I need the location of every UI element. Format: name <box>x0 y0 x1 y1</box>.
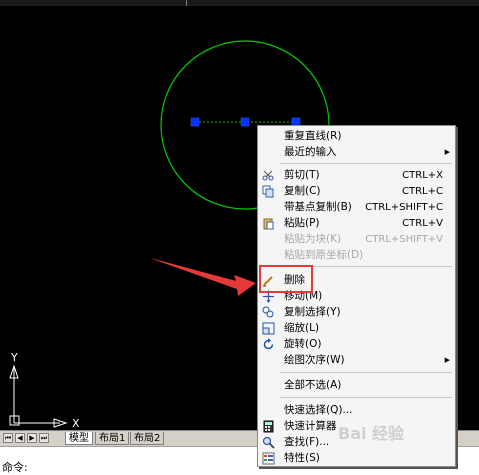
ucs-y-label: Y <box>10 351 18 364</box>
menu-item-label: 复制(C) <box>284 185 321 197</box>
submenu-arrow-icon: ▶ <box>444 356 450 364</box>
menu-item-label: 粘贴(P) <box>284 217 320 229</box>
tab-prev-button[interactable]: ◀ <box>15 433 25 443</box>
rotate-icon <box>263 338 274 350</box>
menu-item-label: 绘图次序(W) <box>284 354 345 366</box>
menu-item-paste-to-original[interactable]: 粘贴到原坐标(D) <box>258 248 455 263</box>
menu-item-label: 重复直线(R) <box>284 130 342 142</box>
menu-separator <box>280 397 452 398</box>
menu-item-shortcut: CTRL+SHIFT+V <box>365 234 443 245</box>
menu-item-label: 特性(S) <box>284 452 320 464</box>
tab-layout1[interactable]: 布局1 <box>95 432 130 445</box>
menu-item-label: 粘贴为块(K) <box>284 233 342 245</box>
menu-item-label: 粘贴到原坐标(D) <box>284 249 364 261</box>
tab-last-button[interactable]: ⏭ <box>39 433 49 443</box>
copy-select-icon <box>262 306 274 318</box>
paste-icon <box>263 218 274 230</box>
menu-item-deselect-all[interactable]: 全部不选(A) <box>258 378 455 393</box>
find-icon <box>262 436 275 449</box>
context-menu: 重复直线(R) 最近的输入 ▶ 剪切(T) CTRL+X 复制(C) CTRL+… <box>257 125 456 467</box>
menu-item-label: 全部不选(A) <box>284 379 342 391</box>
menu-item-label: 最近的输入 <box>284 146 337 158</box>
menu-item-copy[interactable]: 复制(C) CTRL+C <box>258 184 455 199</box>
delete-highlight-box <box>259 265 313 293</box>
grip-left[interactable] <box>190 117 200 127</box>
menu-item-draw-order[interactable]: 绘图次序(W) ▶ <box>258 353 455 368</box>
copy-icon <box>262 185 274 198</box>
menu-item-label: 旋转(O) <box>284 338 322 350</box>
menu-item-cut[interactable]: 剪切(T) CTRL+X <box>258 168 455 183</box>
calculator-icon <box>263 420 274 433</box>
menu-item-recent-input[interactable]: 最近的输入 ▶ <box>258 145 455 160</box>
menu-item-shortcut: CTRL+X <box>402 170 443 181</box>
ucs-icon <box>9 364 68 428</box>
submenu-arrow-icon: ▶ <box>444 148 450 156</box>
menu-item-paste[interactable]: 粘贴(P) CTRL+V <box>258 216 455 231</box>
menu-item-quick-select[interactable]: 快速选择(Q)... <box>258 403 455 418</box>
menu-item-rotate[interactable]: 旋转(O) <box>258 337 455 352</box>
menu-item-paste-as-block[interactable]: 粘贴为块(K) CTRL+SHIFT+V <box>258 232 455 247</box>
menu-item-properties[interactable]: 特性(S) <box>258 451 455 466</box>
menu-item-shortcut: CTRL+SHIFT+C <box>365 202 443 213</box>
watermark: Bai 经验 <box>338 424 405 443</box>
tab-next-button[interactable]: ▶ <box>27 433 37 443</box>
properties-icon <box>262 452 275 465</box>
menu-item-shortcut: CTRL+V <box>402 218 443 229</box>
grip-mid[interactable] <box>240 117 250 127</box>
menu-item-label: 缩放(L) <box>284 322 320 334</box>
menu-item-label: 复制选择(Y) <box>284 306 341 318</box>
menu-item-copy-select[interactable]: 复制选择(Y) <box>258 305 455 320</box>
tab-model[interactable]: 模型 <box>65 432 93 445</box>
menu-item-label: 带基点复制(B) <box>284 201 352 213</box>
ucs-x-label: X <box>72 417 80 430</box>
command-prompt: 命令: <box>2 461 28 474</box>
menu-item-label: 查找(F)... <box>284 436 330 448</box>
tab-first-button[interactable]: ⏮ <box>3 433 13 443</box>
menu-item-label: 快速计算器 <box>284 420 337 432</box>
menu-separator <box>280 372 452 373</box>
menu-item-copy-with-base[interactable]: 带基点复制(B) CTRL+SHIFT+C <box>258 200 455 215</box>
menu-item-shortcut: CTRL+C <box>402 186 443 197</box>
menu-separator <box>280 163 452 164</box>
menu-item-label: 快速选择(Q)... <box>284 404 353 416</box>
menu-item-label: 剪切(T) <box>284 169 320 181</box>
tab-layout2[interactable]: 布局2 <box>130 432 165 445</box>
scale-icon <box>262 322 275 335</box>
scissors-icon <box>262 170 274 181</box>
menu-item-repeat-line[interactable]: 重复直线(R) <box>258 129 455 144</box>
menu-item-scale[interactable]: 缩放(L) <box>258 321 455 336</box>
